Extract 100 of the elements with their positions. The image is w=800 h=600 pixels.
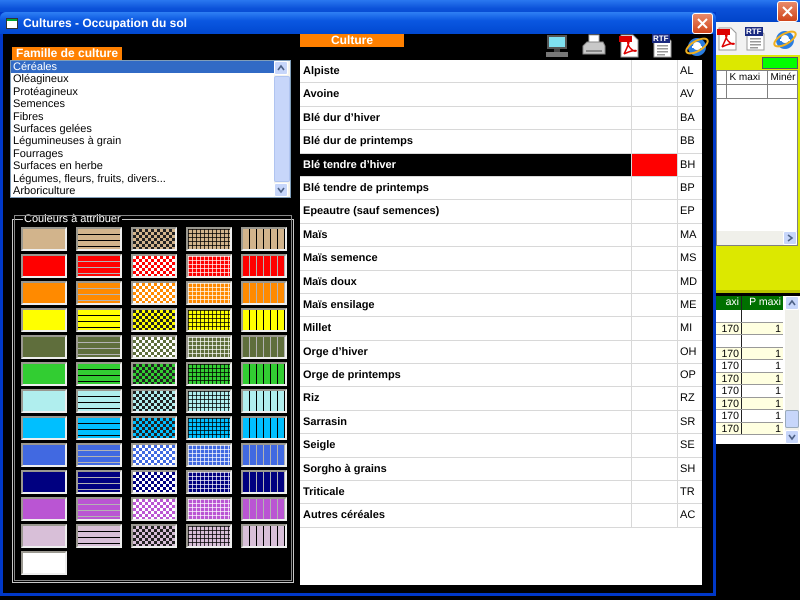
color-swatch[interactable]: [76, 443, 122, 467]
color-swatch[interactable]: [21, 389, 67, 413]
color-swatch[interactable]: [186, 308, 232, 332]
color-swatch[interactable]: [76, 254, 122, 278]
color-swatch[interactable]: [186, 524, 232, 548]
color-swatch[interactable]: [76, 362, 122, 386]
table-row[interactable]: Riz RZ: [300, 387, 702, 411]
scroll-right-button[interactable]: [783, 231, 797, 245]
table-row[interactable]: Epeautre (sauf semences) EP: [300, 200, 702, 224]
color-swatch[interactable]: [76, 389, 122, 413]
color-swatch[interactable]: [241, 443, 287, 467]
color-swatch[interactable]: [241, 308, 287, 332]
color-swatch[interactable]: [186, 389, 232, 413]
color-swatch[interactable]: [241, 416, 287, 440]
color-swatch[interactable]: [21, 362, 67, 386]
color-swatch[interactable]: [241, 227, 287, 251]
color-swatch[interactable]: [76, 470, 122, 494]
scroll-down-button[interactable]: [785, 430, 799, 444]
color-swatch[interactable]: [186, 470, 232, 494]
scroll-thumb[interactable]: [274, 76, 290, 182]
table-row[interactable]: Orge de printemps OP: [300, 364, 702, 388]
color-swatch[interactable]: [21, 416, 67, 440]
color-swatch[interactable]: [21, 470, 67, 494]
table-row[interactable]: Triticale TR: [300, 481, 702, 504]
color-swatch[interactable]: [76, 497, 122, 521]
color-swatch[interactable]: [186, 443, 232, 467]
table-row[interactable]: Blé tendre de printemps BP: [300, 176, 702, 200]
color-swatch[interactable]: [76, 524, 122, 548]
color-swatch[interactable]: [131, 524, 177, 548]
table-row[interactable]: Sorgho à grains SH: [300, 458, 702, 482]
table-row[interactable]: Maïs ensilage ME: [300, 294, 702, 318]
color-swatch[interactable]: [131, 335, 177, 359]
color-swatch[interactable]: [186, 362, 232, 386]
color-swatch[interactable]: [131, 281, 177, 305]
color-swatch[interactable]: [241, 497, 287, 521]
list-item[interactable]: Légumes, fleurs, fruits, divers...: [11, 172, 274, 185]
color-swatch[interactable]: [241, 389, 287, 413]
color-swatch[interactable]: [21, 281, 67, 305]
table-row[interactable]: Orge d’hiver OH: [300, 340, 702, 364]
color-swatch[interactable]: [131, 416, 177, 440]
table-row[interactable]: Millet MI: [300, 317, 702, 341]
color-swatch[interactable]: [76, 416, 122, 440]
color-swatch[interactable]: [131, 443, 177, 467]
color-swatch[interactable]: [186, 254, 232, 278]
rtf-file-icon[interactable]: RTF: [744, 26, 766, 50]
scroll-thumb[interactable]: [785, 410, 799, 428]
close-button[interactable]: [692, 12, 713, 34]
color-swatch[interactable]: [186, 227, 232, 251]
color-swatch[interactable]: [76, 227, 122, 251]
list-item[interactable]: Protéagineux: [11, 86, 274, 98]
color-swatch[interactable]: [21, 308, 67, 332]
table-row[interactable]: Maïs semence MS: [300, 247, 702, 271]
color-swatch[interactable]: [131, 470, 177, 494]
list-item[interactable]: Surfaces gelées: [11, 122, 274, 136]
table-row[interactable]: Blé dur d’hiver BA: [300, 106, 702, 130]
color-swatch[interactable]: [131, 308, 177, 332]
color-swatch[interactable]: [21, 551, 67, 575]
rtf-file-icon[interactable]: RTF: [651, 34, 673, 58]
color-swatch[interactable]: [131, 227, 177, 251]
list-item[interactable]: Légumineuses à grain: [11, 135, 274, 148]
family-list[interactable]: Céréales Oléagineux Protéagineux Semences Fibres Surfaces gelées Légumineuses à grain Fourrages Surfaces en herbe Légumes, fleurs, fruits, divers... Arboriculture: [10, 60, 291, 198]
color-swatch[interactable]: [241, 362, 287, 386]
table-row[interactable]: Avoine AV: [300, 83, 702, 107]
color-swatch[interactable]: [21, 524, 67, 548]
color-swatch[interactable]: [76, 335, 122, 359]
table-row[interactable]: Sarrasin SR: [300, 410, 702, 434]
color-swatch[interactable]: [241, 281, 287, 305]
list-item[interactable]: Oléagineux: [11, 73, 274, 86]
table-row[interactable]: Maïs doux MD: [300, 270, 702, 294]
color-swatch[interactable]: [131, 389, 177, 413]
close-button[interactable]: [777, 1, 798, 22]
pdf-file-icon[interactable]: [618, 34, 640, 58]
color-swatch[interactable]: [241, 254, 287, 278]
computer-icon[interactable]: [544, 34, 570, 58]
table-row[interactable]: Maïs MA: [300, 224, 702, 248]
list-item[interactable]: Arboriculture: [11, 184, 274, 198]
color-swatch[interactable]: [241, 524, 287, 548]
color-swatch[interactable]: [21, 254, 67, 278]
color-swatch[interactable]: [76, 281, 122, 305]
color-swatch[interactable]: [131, 362, 177, 386]
list-item[interactable]: Surfaces en herbe: [11, 160, 274, 173]
color-swatch[interactable]: [186, 416, 232, 440]
color-swatch[interactable]: [186, 497, 232, 521]
table-row[interactable]: Blé tendre d’hiver BH: [300, 154, 702, 177]
color-swatch[interactable]: [76, 308, 122, 332]
list-item[interactable]: Céréales: [11, 61, 274, 74]
scroll-up-button[interactable]: [274, 61, 288, 75]
color-swatch[interactable]: [21, 335, 67, 359]
list-item[interactable]: Semences: [11, 98, 274, 111]
color-swatch[interactable]: [241, 470, 287, 494]
color-swatch[interactable]: [241, 335, 287, 359]
scroll-up-button[interactable]: [785, 296, 799, 310]
scroll-down-button[interactable]: [274, 183, 288, 197]
table-row[interactable]: Autres céréales AC: [300, 504, 702, 528]
color-swatch[interactable]: [131, 254, 177, 278]
color-swatch[interactable]: [131, 497, 177, 521]
color-swatch[interactable]: [21, 497, 67, 521]
color-swatch[interactable]: [21, 443, 67, 467]
color-swatch[interactable]: [186, 281, 232, 305]
table-row[interactable]: Seigle SE: [300, 434, 702, 458]
